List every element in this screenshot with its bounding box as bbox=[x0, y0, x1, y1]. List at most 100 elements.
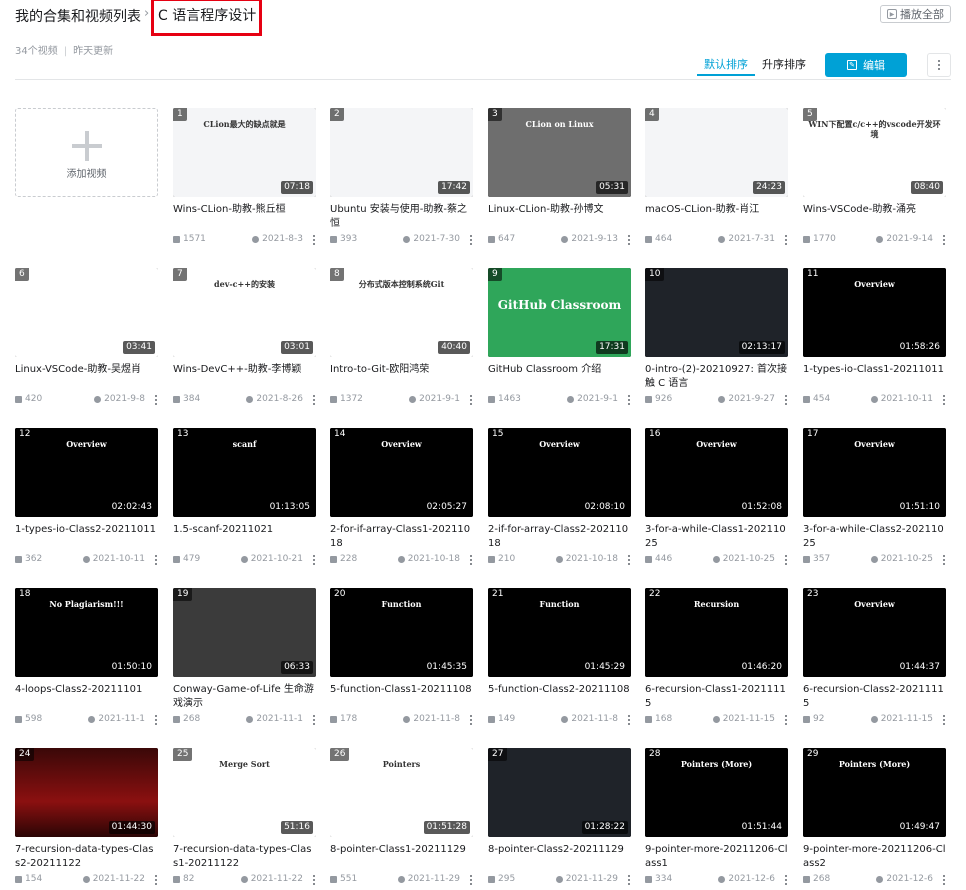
video-card[interactable]: Overview 15 02:08:10 2-if-for-array-Class2-… bbox=[488, 428, 631, 578]
video-card[interactable]: Pointers (More) 29 01:49:47 9-pointer-more-… bbox=[803, 748, 946, 890]
video-card[interactable]: 6 03:41 Linux-VSCode-助教-吴煜肖 420 2021-9-8 bbox=[15, 268, 158, 418]
video-thumbnail[interactable]: 2 17:42 bbox=[330, 108, 473, 197]
video-thumbnail[interactable]: 4 24:23 bbox=[645, 108, 788, 197]
video-card[interactable]: CLion最大的缺点就是 1 07:18 Wins-CLion-助教-熊丘桓 1571 2… bbox=[173, 108, 316, 258]
play-all-button[interactable]: ▶ 播放全部 bbox=[880, 5, 951, 23]
more-icon[interactable] bbox=[312, 394, 316, 406]
video-title[interactable]: 1.5-scanf-20211021 bbox=[173, 523, 316, 537]
video-title[interactable]: GitHub Classroom 介绍 bbox=[488, 363, 631, 377]
video-title[interactable]: 8-pointer-Class2-20211129 bbox=[488, 843, 631, 857]
video-title[interactable]: 7-recursion-data-types-Class1-20211122 bbox=[173, 843, 316, 871]
video-title[interactable]: Linux-CLion-助教-孙博文 bbox=[488, 203, 631, 217]
add-video-card[interactable]: 添加视频 bbox=[15, 108, 158, 258]
video-title[interactable]: 5-function-Class1-20211108 bbox=[330, 683, 473, 697]
more-icon[interactable] bbox=[469, 234, 473, 246]
more-icon[interactable] bbox=[469, 714, 473, 726]
video-card[interactable]: GitHub Classroom 9 17:31 GitHub Classroom 介… bbox=[488, 268, 631, 418]
video-thumbnail[interactable]: 6 03:41 bbox=[15, 268, 158, 357]
video-card[interactable]: 10 02:13:17 0-intro-(2)-20210927: 首次接触 C 语… bbox=[645, 268, 788, 418]
video-card[interactable]: 27 01:28:22 8-pointer-Class2-20211129 295 20… bbox=[488, 748, 631, 890]
video-title[interactable]: 6-recursion-Class2-20211115 bbox=[803, 683, 946, 711]
video-card[interactable]: Overview 12 02:02:43 1-types-io-Class2-2021… bbox=[15, 428, 158, 578]
more-icon[interactable] bbox=[312, 714, 316, 726]
video-thumbnail[interactable]: Pointers 26 01:51:28 bbox=[330, 748, 473, 837]
video-thumbnail[interactable]: Merge Sort 25 51:16 bbox=[173, 748, 316, 837]
more-icon[interactable] bbox=[627, 714, 631, 726]
video-title[interactable]: 7-recursion-data-types-Class2-20211122 bbox=[15, 843, 158, 871]
video-title[interactable]: Wins-DevC++-助教-李博颖 bbox=[173, 363, 316, 377]
video-thumbnail[interactable]: CLion on Linux 3 05:31 bbox=[488, 108, 631, 197]
video-title[interactable]: Wins-CLion-助教-熊丘桓 bbox=[173, 203, 316, 217]
more-icon[interactable] bbox=[627, 554, 631, 566]
more-icon[interactable] bbox=[942, 234, 946, 246]
add-video-button[interactable]: 添加视频 bbox=[15, 108, 158, 197]
video-thumbnail[interactable]: CLion最大的缺点就是 1 07:18 bbox=[173, 108, 316, 197]
more-icon[interactable] bbox=[154, 554, 158, 566]
more-icon[interactable] bbox=[154, 394, 158, 406]
video-title[interactable]: 3-for-a-while-Class2-20211025 bbox=[803, 523, 946, 551]
video-title[interactable]: 6-recursion-Class1-20211115 bbox=[645, 683, 788, 711]
video-thumbnail[interactable]: scanf 13 01:13:05 bbox=[173, 428, 316, 517]
video-thumbnail[interactable]: Overview 17 01:51:10 bbox=[803, 428, 946, 517]
video-card[interactable]: 2 17:42 Ubuntu 安装与使用-助教-蔡之恒 393 2021-7-30 bbox=[330, 108, 473, 258]
video-card[interactable]: Overview 14 02:05:27 2-for-if-array-Class1-… bbox=[330, 428, 473, 578]
more-icon[interactable] bbox=[784, 874, 788, 886]
video-title[interactable]: Wins-VSCode-助教-涌亮 bbox=[803, 203, 946, 217]
video-thumbnail[interactable]: Function 20 01:45:35 bbox=[330, 588, 473, 677]
video-card[interactable]: Recursion 22 01:46:20 6-recursion-Class1-20… bbox=[645, 588, 788, 738]
video-thumbnail[interactable]: 10 02:13:17 bbox=[645, 268, 788, 357]
video-title[interactable]: 3-for-a-while-Class1-20211025 bbox=[645, 523, 788, 551]
video-thumbnail[interactable]: Recursion 22 01:46:20 bbox=[645, 588, 788, 677]
breadcrumb-root[interactable]: 我的合集和视频列表 bbox=[15, 6, 141, 26]
video-thumbnail[interactable]: Pointers (More) 29 01:49:47 bbox=[803, 748, 946, 837]
video-card[interactable]: 分布式版本控制系统Git 8 40:40 Intro-to-Git-欧阳鸿荣 1372 2… bbox=[330, 268, 473, 418]
video-title[interactable]: 8-pointer-Class1-20211129 bbox=[330, 843, 473, 857]
video-card[interactable]: Overview 16 01:52:08 3-for-a-while-Class1-2… bbox=[645, 428, 788, 578]
video-card[interactable]: Overview 11 01:58:26 1-types-io-Class1-2021… bbox=[803, 268, 946, 418]
video-card[interactable]: Function 21 01:45:29 5-function-Class2-2021… bbox=[488, 588, 631, 738]
video-title[interactable]: Intro-to-Git-欧阳鸿荣 bbox=[330, 363, 473, 377]
video-card[interactable]: Merge Sort 25 51:16 7-recursion-data-types-… bbox=[173, 748, 316, 890]
video-thumbnail[interactable]: 19 06:33 bbox=[173, 588, 316, 677]
more-icon[interactable] bbox=[154, 874, 158, 886]
video-thumbnail[interactable]: WIN下配置c/c++的vscode开发环境 5 08:40 bbox=[803, 108, 946, 197]
more-icon[interactable] bbox=[784, 234, 788, 246]
more-icon[interactable] bbox=[942, 714, 946, 726]
more-icon[interactable] bbox=[312, 874, 316, 886]
more-icon[interactable] bbox=[627, 394, 631, 406]
video-card[interactable]: 24 01:44:30 7-recursion-data-types-Class2-… bbox=[15, 748, 158, 890]
video-title[interactable]: Conway-Game-of-Life 生命游戏演示 bbox=[173, 683, 316, 711]
more-icon[interactable] bbox=[312, 554, 316, 566]
more-icon[interactable] bbox=[942, 394, 946, 406]
video-card[interactable]: No Plagiarism!!! 18 01:50:10 4-loops-Class2… bbox=[15, 588, 158, 738]
video-thumbnail[interactable]: Overview 14 02:05:27 bbox=[330, 428, 473, 517]
video-thumbnail[interactable]: Overview 12 02:02:43 bbox=[15, 428, 158, 517]
video-title[interactable]: 2-for-if-array-Class1-20211018 bbox=[330, 523, 473, 551]
video-title[interactable]: 9-pointer-more-20211206-Class2 bbox=[803, 843, 946, 871]
video-card[interactable]: Pointers (More) 28 01:51:44 9-pointer-more-… bbox=[645, 748, 788, 890]
video-card[interactable]: scanf 13 01:13:05 1.5-scanf-20211021 479 2021… bbox=[173, 428, 316, 578]
more-icon[interactable] bbox=[942, 874, 946, 886]
video-thumbnail[interactable]: Pointers (More) 28 01:51:44 bbox=[645, 748, 788, 837]
video-title[interactable]: Linux-VSCode-助教-吴煜肖 bbox=[15, 363, 158, 377]
video-card[interactable]: Function 20 01:45:35 5-function-Class1-2021… bbox=[330, 588, 473, 738]
video-thumbnail[interactable]: 24 01:44:30 bbox=[15, 748, 158, 837]
video-title[interactable]: 4-loops-Class2-20211101 bbox=[15, 683, 158, 697]
video-thumbnail[interactable]: dev-c++的安装 7 03:01 bbox=[173, 268, 316, 357]
video-card[interactable]: dev-c++的安装 7 03:01 Wins-DevC++-助教-李博颖 384 202… bbox=[173, 268, 316, 418]
video-card[interactable]: Pointers 26 01:51:28 8-pointer-Class1-20211… bbox=[330, 748, 473, 890]
video-title[interactable]: 5-function-Class2-20211108 bbox=[488, 683, 631, 697]
video-title[interactable]: 0-intro-(2)-20210927: 首次接触 C 语言 bbox=[645, 363, 788, 391]
more-icon[interactable] bbox=[469, 394, 473, 406]
sort-default-tab[interactable]: 默认排序 bbox=[697, 54, 755, 76]
video-thumbnail[interactable]: Overview 15 02:08:10 bbox=[488, 428, 631, 517]
more-icon[interactable] bbox=[784, 554, 788, 566]
more-icon[interactable] bbox=[784, 394, 788, 406]
more-options-button[interactable] bbox=[927, 53, 951, 77]
video-title[interactable]: 1-types-io-Class1-20211011 bbox=[803, 363, 946, 377]
video-thumbnail[interactable]: GitHub Classroom 9 17:31 bbox=[488, 268, 631, 357]
video-thumbnail[interactable]: 27 01:28:22 bbox=[488, 748, 631, 837]
more-icon[interactable] bbox=[469, 874, 473, 886]
sort-asc-tab[interactable]: 升序排序 bbox=[755, 54, 813, 76]
video-title[interactable]: Ubuntu 安装与使用-助教-蔡之恒 bbox=[330, 203, 473, 231]
